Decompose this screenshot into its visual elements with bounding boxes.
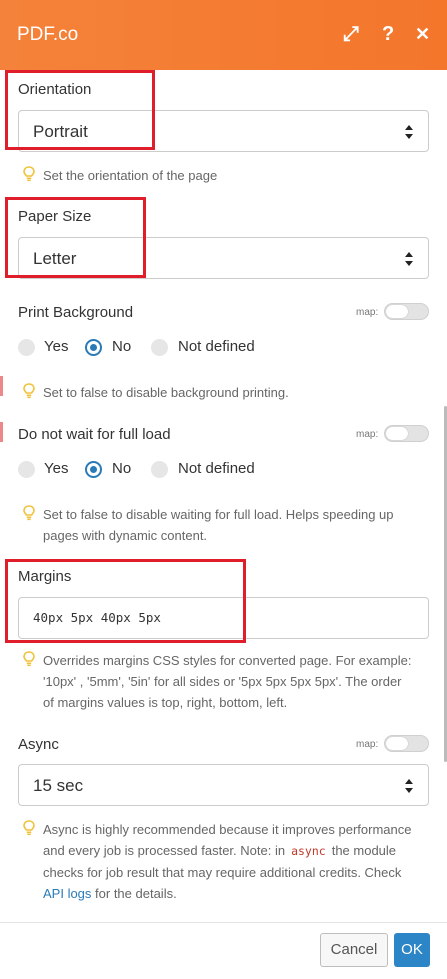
print-background-label: Print Background bbox=[18, 304, 134, 321]
radio-label-yes: Yes bbox=[44, 460, 69, 477]
dialog-title: PDF.co bbox=[17, 24, 79, 45]
async-code: async bbox=[291, 844, 326, 858]
async-value: 15 sec bbox=[33, 776, 84, 795]
full-load-radio-no[interactable] bbox=[85, 461, 102, 478]
ok-button[interactable]: OK bbox=[394, 933, 430, 967]
dialog-header: PDF.co ⤢ ? ✕ bbox=[0, 0, 447, 70]
select-arrows-icon bbox=[405, 252, 413, 266]
side-marker bbox=[0, 376, 3, 396]
side-marker bbox=[0, 422, 3, 442]
map-label: map: bbox=[356, 307, 379, 318]
select-arrows-icon bbox=[405, 779, 413, 793]
radio-label-no: No bbox=[112, 338, 132, 355]
highlight-box-margins bbox=[5, 559, 246, 643]
margins-hint: Overrides margins CSS styles for convert… bbox=[22, 650, 411, 713]
print-background-map-toggle[interactable] bbox=[384, 303, 429, 320]
radio-label-yes: Yes bbox=[44, 338, 69, 355]
dialog-footer: Cancel OK bbox=[0, 922, 447, 979]
toggle-knob bbox=[386, 305, 408, 318]
full-load-label: Do not wait for full load bbox=[18, 426, 171, 443]
lightbulb-icon bbox=[23, 820, 35, 836]
print-background-hint: Set to false to disable background print… bbox=[22, 382, 289, 403]
map-label: map: bbox=[356, 739, 379, 750]
toggle-knob bbox=[386, 427, 408, 440]
lightbulb-icon bbox=[23, 383, 35, 399]
radio-label-no: No bbox=[112, 460, 132, 477]
print-background-radio-not-defined[interactable] bbox=[151, 339, 168, 356]
async-hint: Async is highly recommended because it i… bbox=[22, 819, 412, 904]
toggle-knob bbox=[386, 737, 408, 750]
async-select[interactable]: 15 sec bbox=[18, 764, 429, 806]
print-background-radio-yes[interactable] bbox=[18, 339, 35, 356]
lightbulb-icon bbox=[23, 166, 35, 182]
dialog-body: Orientation Portrait Set the orientation… bbox=[0, 70, 447, 979]
full-load-hint: Set to false to disable waiting for full… bbox=[22, 504, 394, 546]
close-icon[interactable]: ✕ bbox=[415, 22, 430, 46]
help-icon[interactable]: ? bbox=[382, 22, 394, 46]
map-label: map: bbox=[356, 429, 379, 440]
expand-icon[interactable]: ⤢ bbox=[343, 22, 359, 46]
select-arrows-icon bbox=[405, 125, 413, 139]
full-load-radio-not-defined[interactable] bbox=[151, 461, 168, 478]
cancel-button[interactable]: Cancel bbox=[320, 933, 388, 967]
full-load-radio-yes[interactable] bbox=[18, 461, 35, 478]
radio-label-not-defined: Not defined bbox=[178, 460, 255, 477]
highlight-box-orientation bbox=[5, 70, 155, 150]
radio-label-not-defined: Not defined bbox=[178, 338, 255, 355]
api-logs-link[interactable]: API logs bbox=[43, 886, 91, 901]
highlight-box-paper-size bbox=[5, 197, 146, 278]
lightbulb-icon bbox=[23, 505, 35, 521]
print-background-radio-no[interactable] bbox=[85, 339, 102, 356]
async-map-toggle[interactable] bbox=[384, 735, 429, 752]
full-load-map-toggle[interactable] bbox=[384, 425, 429, 442]
async-label: Async bbox=[18, 736, 59, 753]
lightbulb-icon bbox=[23, 651, 35, 667]
orientation-hint: Set the orientation of the page bbox=[22, 165, 217, 186]
